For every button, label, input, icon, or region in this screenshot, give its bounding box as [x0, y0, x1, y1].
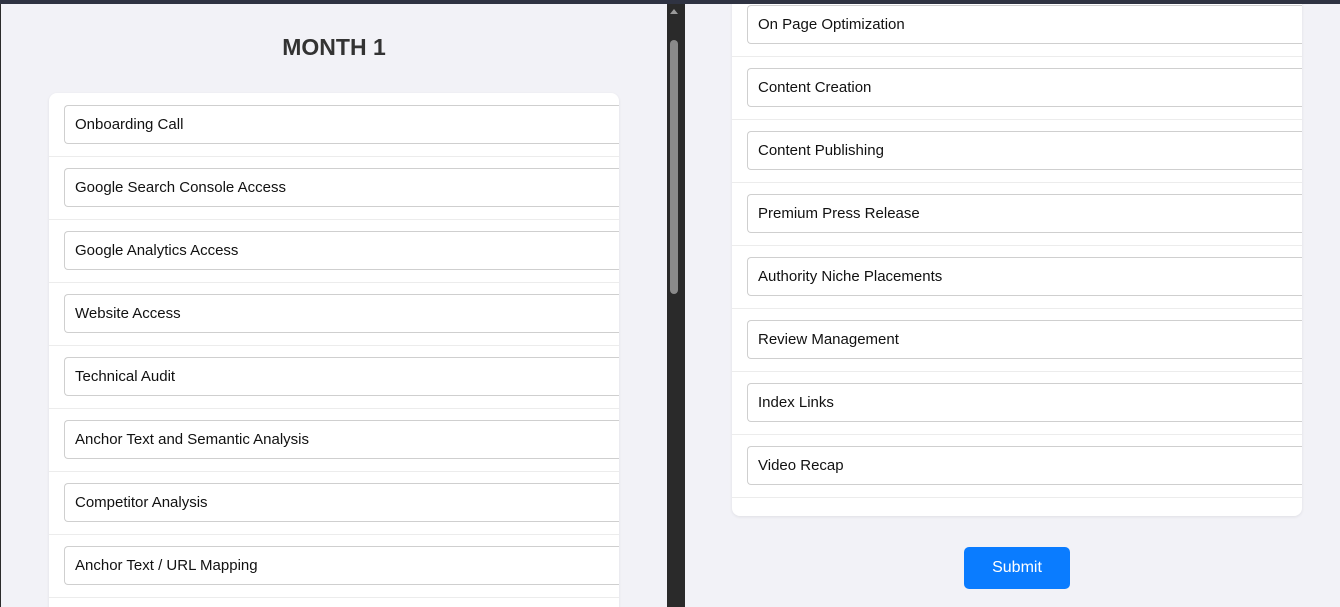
scroll-up-arrow-icon[interactable]: [670, 9, 678, 14]
task-row: Onboarding Call: [49, 94, 619, 157]
task-field[interactable]: Competitor Analysis: [64, 483, 619, 522]
left-pane: MONTH 1 Onboarding Call Google Search Con…: [1, 4, 667, 607]
task-field[interactable]: Premium Press Release: [747, 194, 1302, 233]
scrollbar-thumb[interactable]: [670, 40, 678, 294]
task-row: Content Publishing: [732, 120, 1302, 183]
task-row: Website Access: [49, 283, 619, 346]
task-field[interactable]: Website Access: [64, 294, 619, 333]
pane-divider-scrollbar[interactable]: [667, 4, 685, 607]
task-row: Content Creation: [732, 57, 1302, 120]
task-field[interactable]: Google Search Console Access: [64, 168, 619, 207]
task-field[interactable]: Onboarding Call: [64, 105, 619, 144]
task-row: Review Management: [732, 309, 1302, 372]
task-field[interactable]: Video Recap: [747, 446, 1302, 485]
task-field[interactable]: Technical Audit: [64, 357, 619, 396]
task-row: Google Analytics Access: [49, 220, 619, 283]
task-field[interactable]: Review Management: [747, 320, 1302, 359]
task-field[interactable]: Authority Niche Placements: [747, 257, 1302, 296]
task-row: Index Links: [732, 372, 1302, 435]
right-task-card: On Page Optimization Content Creation Cont…: [732, 4, 1302, 516]
task-row: On Page Optimization: [732, 4, 1302, 57]
task-row: Authority Niche Placements: [732, 246, 1302, 309]
left-task-list: Onboarding Call Google Search Console Acc…: [49, 93, 619, 598]
task-field[interactable]: Anchor Text and Semantic Analysis: [64, 420, 619, 459]
task-field[interactable]: On Page Optimization: [747, 5, 1302, 44]
task-row: Competitor Analysis: [49, 472, 619, 535]
task-field[interactable]: Google Analytics Access: [64, 231, 619, 270]
task-field[interactable]: Content Publishing: [747, 131, 1302, 170]
task-row: Google Search Console Access: [49, 157, 619, 220]
right-pane: On Page Optimization Content Creation Cont…: [685, 4, 1340, 607]
right-task-list: On Page Optimization Content Creation Cont…: [732, 4, 1302, 498]
task-row: Video Recap: [732, 435, 1302, 498]
task-field[interactable]: Anchor Text / URL Mapping: [64, 546, 619, 585]
task-field[interactable]: Content Creation: [747, 68, 1302, 107]
task-row: Technical Audit: [49, 346, 619, 409]
task-row: Anchor Text / URL Mapping: [49, 535, 619, 598]
submit-button[interactable]: Submit: [964, 547, 1070, 589]
task-row: Anchor Text and Semantic Analysis: [49, 409, 619, 472]
task-field[interactable]: Index Links: [747, 383, 1302, 422]
month-title: MONTH 1: [282, 34, 386, 60]
left-task-card: Onboarding Call Google Search Console Acc…: [49, 93, 619, 607]
task-row: Premium Press Release: [732, 183, 1302, 246]
